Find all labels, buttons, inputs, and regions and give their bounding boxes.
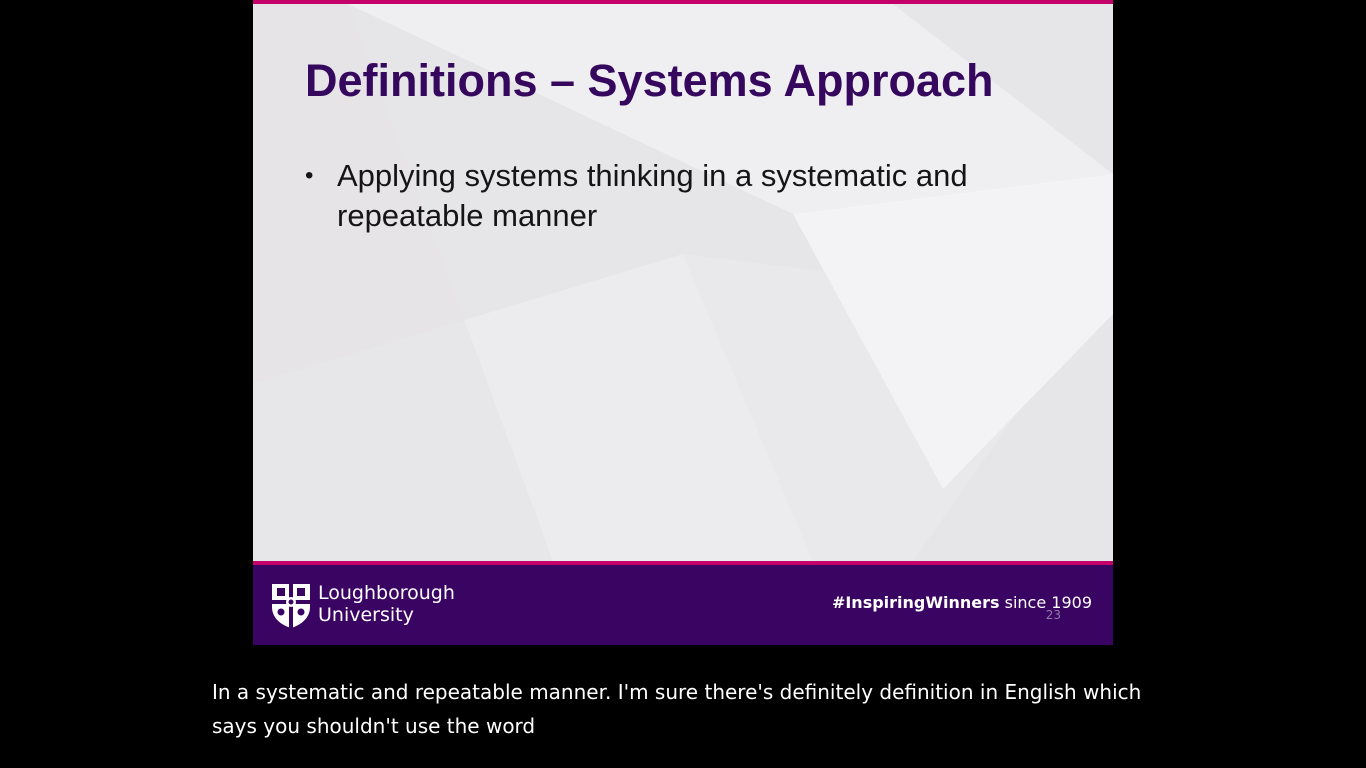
bullet-item: • Applying systems thinking in a systema… [305, 156, 1045, 236]
caption-text: In a systematic and repeatable manner. I… [212, 680, 1142, 738]
bullet-text: Applying systems thinking in a systemati… [337, 158, 968, 233]
university-name: Loughborough University [318, 582, 455, 626]
university-crest-icon [272, 584, 310, 628]
slide-footer: Loughborough University #InspiringWinner… [253, 565, 1113, 645]
university-name-line2: University [318, 604, 414, 626]
slide-title: Definitions – Systems Approach [305, 55, 994, 106]
slide-number: 23 [1045, 608, 1061, 622]
presentation-viewer: Definitions – Systems Approach • Applyin… [0, 0, 1366, 768]
bullet-glyph: • [305, 162, 314, 189]
bullet-list: • Applying systems thinking in a systema… [305, 156, 1045, 236]
slide[interactable]: Definitions – Systems Approach • Applyin… [253, 0, 1113, 645]
university-name-line1: Loughborough [318, 582, 455, 604]
tagline-hashtag: #InspiringWinners [831, 593, 1000, 612]
